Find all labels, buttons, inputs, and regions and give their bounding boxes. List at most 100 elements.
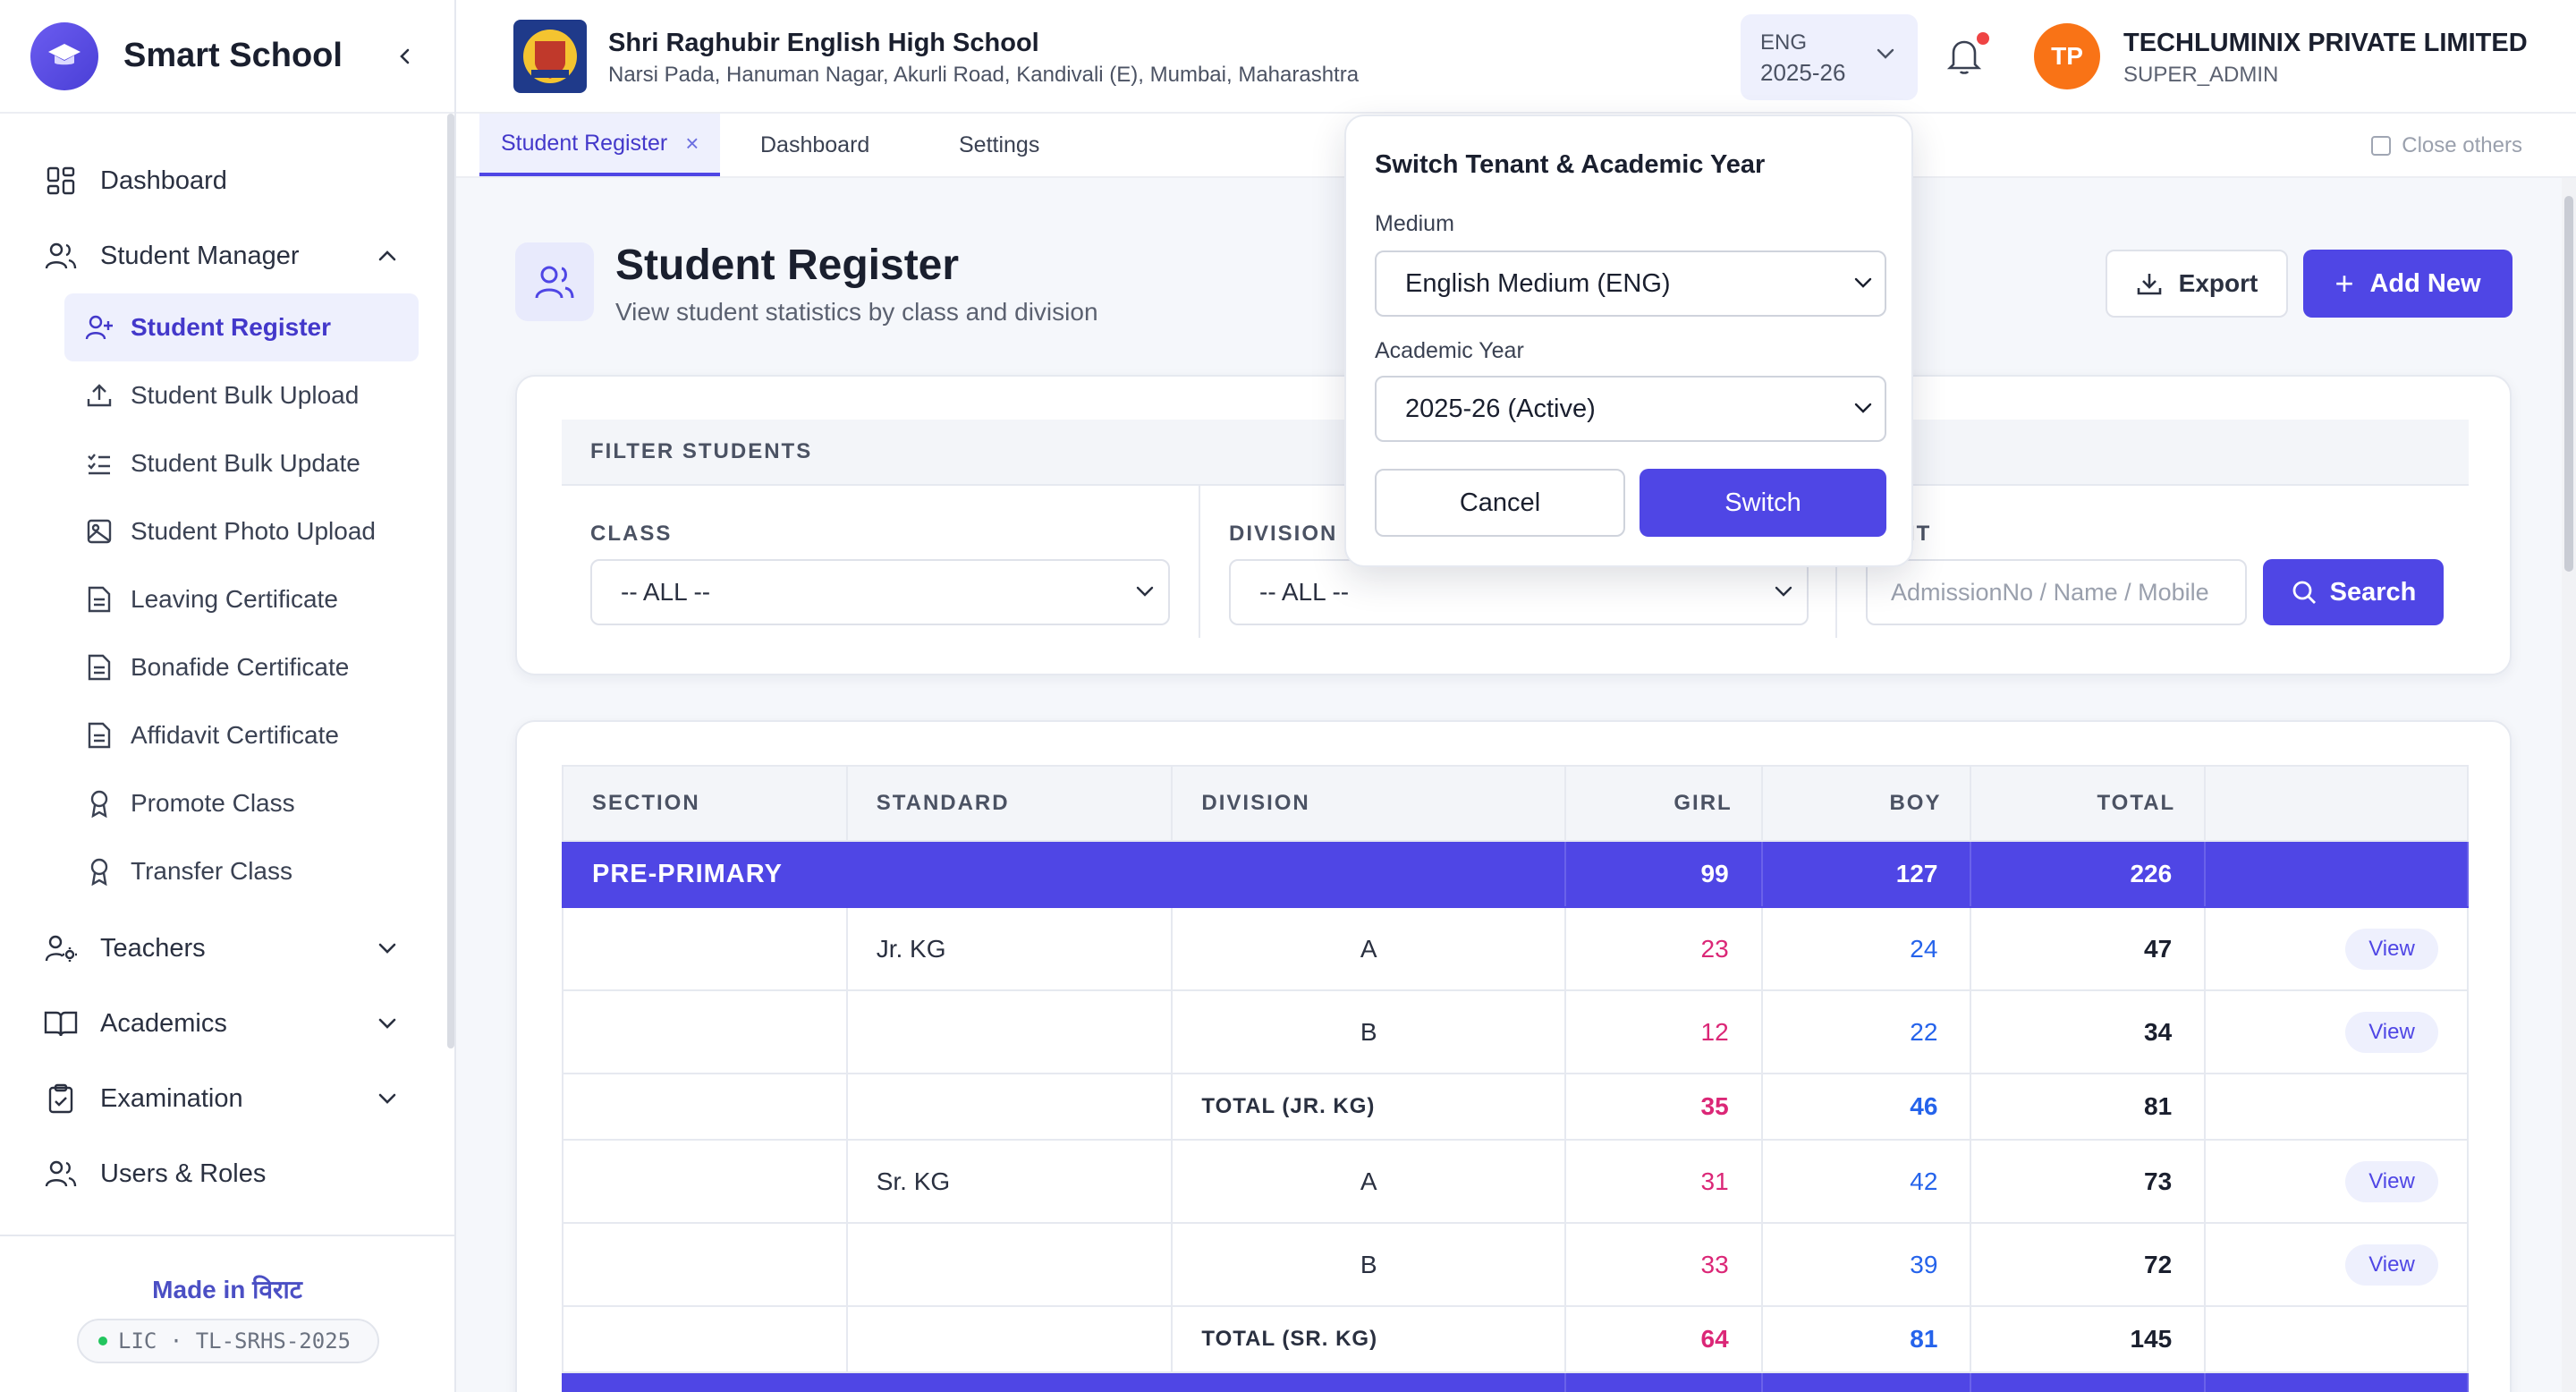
sidebar-item-label: Users & Roles	[100, 1159, 267, 1188]
cell-section	[562, 989, 848, 1074]
academic-year-select[interactable]: 2025-26 (Active)	[1375, 376, 1886, 442]
cell-section	[562, 1305, 848, 1373]
cell-girl: 35	[1563, 1073, 1763, 1141]
chevron-down-icon	[377, 1092, 397, 1105]
section-boy: 127	[1760, 840, 1972, 908]
student-search-input[interactable]: AdmissionNo / Name / Mobile	[1866, 559, 2247, 625]
sidebar-subitem-bonafide-certificate[interactable]: Bonafide Certificate	[64, 633, 419, 701]
notification-indicator	[1977, 32, 1989, 45]
division-label: DIVISION	[1229, 522, 1338, 546]
plus-icon: +	[2334, 265, 2354, 301]
main-scrollbar[interactable]	[2562, 178, 2576, 1392]
cancel-button[interactable]: Cancel	[1375, 469, 1625, 537]
sidebar: Smart School Dashboard Student Manager S…	[0, 0, 456, 1392]
sidebar-subitem-student-bulk-upload[interactable]: Student Bulk Upload	[64, 361, 419, 429]
table-row: B 12 22 34 View	[562, 989, 2469, 1074]
cell-standard	[845, 1073, 1174, 1141]
search-icon	[2292, 581, 2316, 604]
switch-button[interactable]: Switch	[1640, 469, 1886, 537]
sidebar-subitem-promote-class[interactable]: Promote Class	[64, 769, 419, 837]
section-boy	[1760, 1371, 1972, 1392]
tenant-year-switcher[interactable]: ENG 2025-26	[1741, 14, 1918, 100]
table-header-row: SECTION STANDARD DIVISION GIRL BOY TOTAL	[562, 765, 2469, 842]
class-select[interactable]: -- ALL --	[590, 559, 1170, 625]
sidebar-subitem-student-photo-upload[interactable]: Student Photo Upload	[64, 497, 419, 565]
filter-class-col: CLASS -- ALL --	[562, 486, 1199, 638]
chevron-down-icon	[1877, 48, 1894, 59]
table-row: B 33 39 72 View	[562, 1222, 2469, 1307]
sidebar-scrollbar[interactable]	[447, 114, 454, 1048]
status-dot-icon	[98, 1337, 107, 1345]
tab-student-register[interactable]: Student Register ×	[479, 114, 721, 176]
close-tab-icon[interactable]: ×	[685, 130, 699, 157]
sidebar-item-dashboard[interactable]: Dashboard	[0, 143, 447, 218]
sidebar-subitem-label: Affidavit Certificate	[131, 721, 339, 749]
sidebar-subitem-leaving-certificate[interactable]: Leaving Certificate	[64, 565, 419, 633]
tab-dashboard[interactable]: Dashboard	[760, 114, 869, 176]
close-others-button[interactable]: Close others	[2371, 133, 2522, 158]
sidebar-subitem-affidavit-certificate[interactable]: Affidavit Certificate	[64, 701, 419, 769]
users-icon	[515, 242, 594, 321]
sidebar-subitem-label: Leaving Certificate	[131, 585, 338, 613]
users-icon	[43, 1156, 79, 1192]
cell-girl: 23	[1563, 906, 1763, 991]
section-action	[2204, 840, 2469, 908]
sidebar-subitem-label: Promote Class	[131, 789, 295, 817]
sidebar-header: Smart School	[0, 0, 454, 114]
tab-label: Student Register	[501, 130, 668, 156]
cell-total: 72	[1970, 1222, 2207, 1307]
cell-total: 81	[1970, 1073, 2207, 1141]
section-action	[2204, 1371, 2469, 1392]
cell-division: A	[1171, 906, 1566, 991]
cell-girl: 33	[1563, 1222, 1763, 1307]
chevron-down-icon	[1775, 586, 1792, 597]
division-select[interactable]: -- ALL --	[1229, 559, 1809, 625]
view-button[interactable]: View	[2345, 1160, 2438, 1202]
collapse-sidebar-chevron-left-icon[interactable]	[395, 47, 415, 66]
user-cog-icon	[43, 930, 79, 966]
cell-section	[562, 1222, 848, 1307]
export-button[interactable]: Export	[2106, 250, 2288, 318]
cell-section	[562, 1073, 848, 1141]
chevron-down-icon	[377, 1017, 397, 1030]
medium-select[interactable]: English Medium (ENG)	[1375, 250, 1886, 317]
add-new-button[interactable]: + Add New	[2303, 250, 2512, 318]
class-value: -- ALL --	[621, 578, 711, 606]
section-girl: 99	[1563, 840, 1763, 908]
search-button[interactable]: Search	[2263, 559, 2444, 625]
sidebar-item-academics[interactable]: Academics	[0, 986, 447, 1061]
section-girl	[1563, 1371, 1763, 1392]
cell-boy: 42	[1760, 1139, 1972, 1224]
tab-settings[interactable]: Settings	[959, 114, 1039, 176]
sidebar-item-users-roles[interactable]: Users & Roles	[0, 1136, 447, 1211]
cell-boy: 81	[1760, 1305, 1972, 1373]
view-button[interactable]: View	[2345, 1243, 2438, 1286]
cell-division: A	[1171, 1139, 1566, 1224]
users-icon	[43, 238, 79, 274]
section-name	[562, 1371, 1566, 1392]
sidebar-subitem-student-register[interactable]: Student Register	[64, 293, 419, 361]
table-total-row: TOTAL (SR. KG) 64 81 145	[562, 1305, 2469, 1373]
upload-icon	[84, 380, 114, 411]
sidebar-item-student-manager[interactable]: Student Manager	[0, 218, 447, 293]
sidebar-subitem-student-bulk-update[interactable]: Student Bulk Update	[64, 429, 419, 497]
close-others-icon	[2371, 136, 2392, 156]
view-button[interactable]: View	[2345, 928, 2438, 970]
chevron-up-icon	[377, 250, 397, 262]
main-scrollbar-thumb[interactable]	[2564, 196, 2573, 572]
section-total: 226	[1970, 840, 2207, 908]
tab-label: Dashboard	[760, 132, 870, 157]
cell-action	[2204, 1305, 2469, 1373]
division-value: -- ALL --	[1259, 578, 1350, 606]
tab-label: Settings	[959, 132, 1040, 157]
view-button[interactable]: View	[2345, 1011, 2438, 1053]
medium-value: English Medium (ENG)	[1405, 268, 1671, 298]
sidebar-item-examination[interactable]: Examination	[0, 1061, 447, 1136]
cell-action: View	[2204, 989, 2469, 1074]
sidebar-subitem-transfer-class[interactable]: Transfer Class	[64, 837, 419, 905]
cell-total: 73	[1970, 1139, 2207, 1224]
cell-total: 47	[1970, 906, 2207, 991]
user-avatar[interactable]: TP	[2034, 23, 2100, 89]
sidebar-item-teachers[interactable]: Teachers	[0, 911, 447, 986]
table-row: Jr. KG A 23 24 47 View	[562, 906, 2469, 991]
